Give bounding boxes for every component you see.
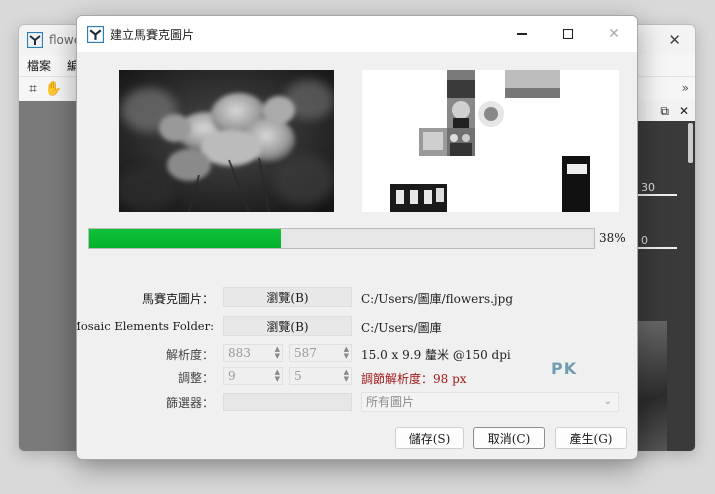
- cancel-button[interactable]: 取消(C): [473, 427, 545, 449]
- progress-bar: [88, 228, 595, 249]
- mosaic-tiles-image: [390, 70, 590, 212]
- app-logo-icon: [87, 25, 104, 43]
- browse-mosaic-image-button[interactable]: 瀏覽(B): [223, 287, 352, 307]
- dialog-titlebar: 建立馬賽克圖片 ✕: [77, 16, 637, 52]
- panel-field-2[interactable]: 0: [637, 234, 677, 249]
- progress-bar-fill: [89, 229, 281, 248]
- generate-button[interactable]: 產生(G): [555, 427, 627, 449]
- filter-label: 篩選器：: [165, 396, 214, 410]
- panel-header: ⧉ ✕: [637, 101, 695, 121]
- filter-select[interactable]: 所有圖片 ⌄: [361, 392, 619, 412]
- resolution-height-value: 587: [294, 346, 317, 360]
- minimize-icon: [517, 33, 527, 35]
- mosaic-result-preview: [362, 70, 619, 212]
- background-side-panel: ⧉ ✕ 30 0: [631, 101, 695, 451]
- elements-folder-path: C:/Users/圖庫: [361, 321, 442, 335]
- resolution-height-stepper[interactable]: 587 ▲ ▼: [289, 344, 352, 362]
- stepper-arrows-icon[interactable]: ▲ ▼: [275, 369, 280, 383]
- source-image-preview: [119, 70, 334, 212]
- panel-close-icon[interactable]: ✕: [679, 104, 689, 118]
- close-icon: ✕: [608, 26, 620, 42]
- close-button[interactable]: ✕: [591, 16, 637, 52]
- filter-input[interactable]: [223, 393, 352, 411]
- resolution-info: 15.0 x 9.9 釐米 @150 dpi: [361, 348, 511, 362]
- background-close-icon[interactable]: ✕: [668, 31, 681, 49]
- minimize-button[interactable]: [499, 16, 545, 52]
- flowers-grayscale-image: [119, 70, 334, 212]
- panel-float-icon[interactable]: ⧉: [660, 104, 669, 119]
- maximize-button[interactable]: [545, 16, 591, 52]
- adjust-resolution-info: 調節解析度：98 px: [361, 372, 467, 386]
- pk-watermark-logo: PK: [551, 359, 578, 378]
- panel-scrollbar[interactable]: [688, 123, 693, 163]
- filter-select-value: 所有圖片: [366, 395, 415, 409]
- adjust-rows-value: 5: [294, 369, 302, 383]
- adjust-rows-stepper[interactable]: 5 ▲ ▼: [289, 367, 352, 385]
- save-button[interactable]: 儲存(S): [395, 427, 464, 449]
- adjust-columns-stepper[interactable]: 9 ▲ ▼: [223, 367, 283, 385]
- adjust-label: 調整：: [177, 371, 214, 385]
- resolution-label: 解析度：: [165, 348, 214, 362]
- stepper-arrows-icon[interactable]: ▲ ▼: [344, 346, 349, 360]
- toolbar-more-icon[interactable]: »: [682, 81, 689, 95]
- panel-field-1[interactable]: 30: [637, 181, 677, 196]
- crop-icon[interactable]: ⌗: [29, 81, 37, 97]
- create-mosaic-dialog: 建立馬賽克圖片 ✕ 38% 馬賽克圖片： 瀏覽(B) C:/Users/圖庫/f…: [76, 15, 638, 460]
- adjust-columns-value: 9: [228, 369, 236, 383]
- background-side-strip: [19, 101, 79, 451]
- app-logo-icon: [27, 32, 43, 48]
- progress-percent-label: 38%: [599, 231, 626, 245]
- stepper-arrows-icon[interactable]: ▲ ▼: [344, 369, 349, 383]
- menu-file[interactable]: 檔案: [27, 57, 51, 74]
- mosaic-image-label: 馬賽克圖片：: [141, 292, 214, 306]
- mosaic-image-path: C:/Users/圖庫/flowers.jpg: [361, 292, 514, 306]
- browse-elements-folder-button[interactable]: 瀏覽(B): [223, 316, 352, 336]
- maximize-icon: [563, 29, 573, 39]
- mosaic-elements-folder-label: Mosaic Elements Folder:: [76, 319, 214, 333]
- stepper-arrows-icon[interactable]: ▲ ▼: [275, 346, 280, 360]
- chevron-down-icon: ⌄: [603, 396, 612, 407]
- resolution-width-stepper[interactable]: 883 ▲ ▼: [223, 344, 283, 362]
- hand-pan-icon[interactable]: ✋: [45, 81, 62, 97]
- dialog-title: 建立馬賽克圖片: [110, 27, 195, 42]
- resolution-width-value: 883: [228, 346, 251, 360]
